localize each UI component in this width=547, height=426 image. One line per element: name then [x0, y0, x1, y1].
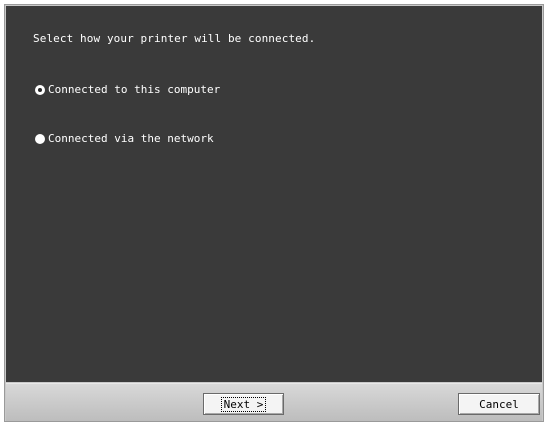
cancel-button-label: Cancel: [479, 397, 519, 411]
next-button-label: Next >: [220, 396, 267, 412]
option-connected-via-network[interactable]: Connected via the network: [35, 132, 214, 145]
content-panel: Select how your printer will be connecte…: [6, 6, 542, 382]
option-connected-to-this-computer[interactable]: Connected to this computer: [35, 83, 220, 96]
button-bar: Next > Cancel: [6, 383, 542, 421]
radio-unselected-icon[interactable]: [35, 133, 45, 144]
option-label: Connected to this computer: [48, 83, 221, 96]
option-label: Connected via the network: [48, 132, 214, 145]
next-button[interactable]: Next >: [203, 393, 284, 415]
connection-prompt: Select how your printer will be connecte…: [33, 32, 316, 45]
radio-selected-icon[interactable]: [35, 84, 45, 95]
cancel-button[interactable]: Cancel: [458, 393, 540, 415]
installer-window: Select how your printer will be connecte…: [4, 4, 544, 422]
